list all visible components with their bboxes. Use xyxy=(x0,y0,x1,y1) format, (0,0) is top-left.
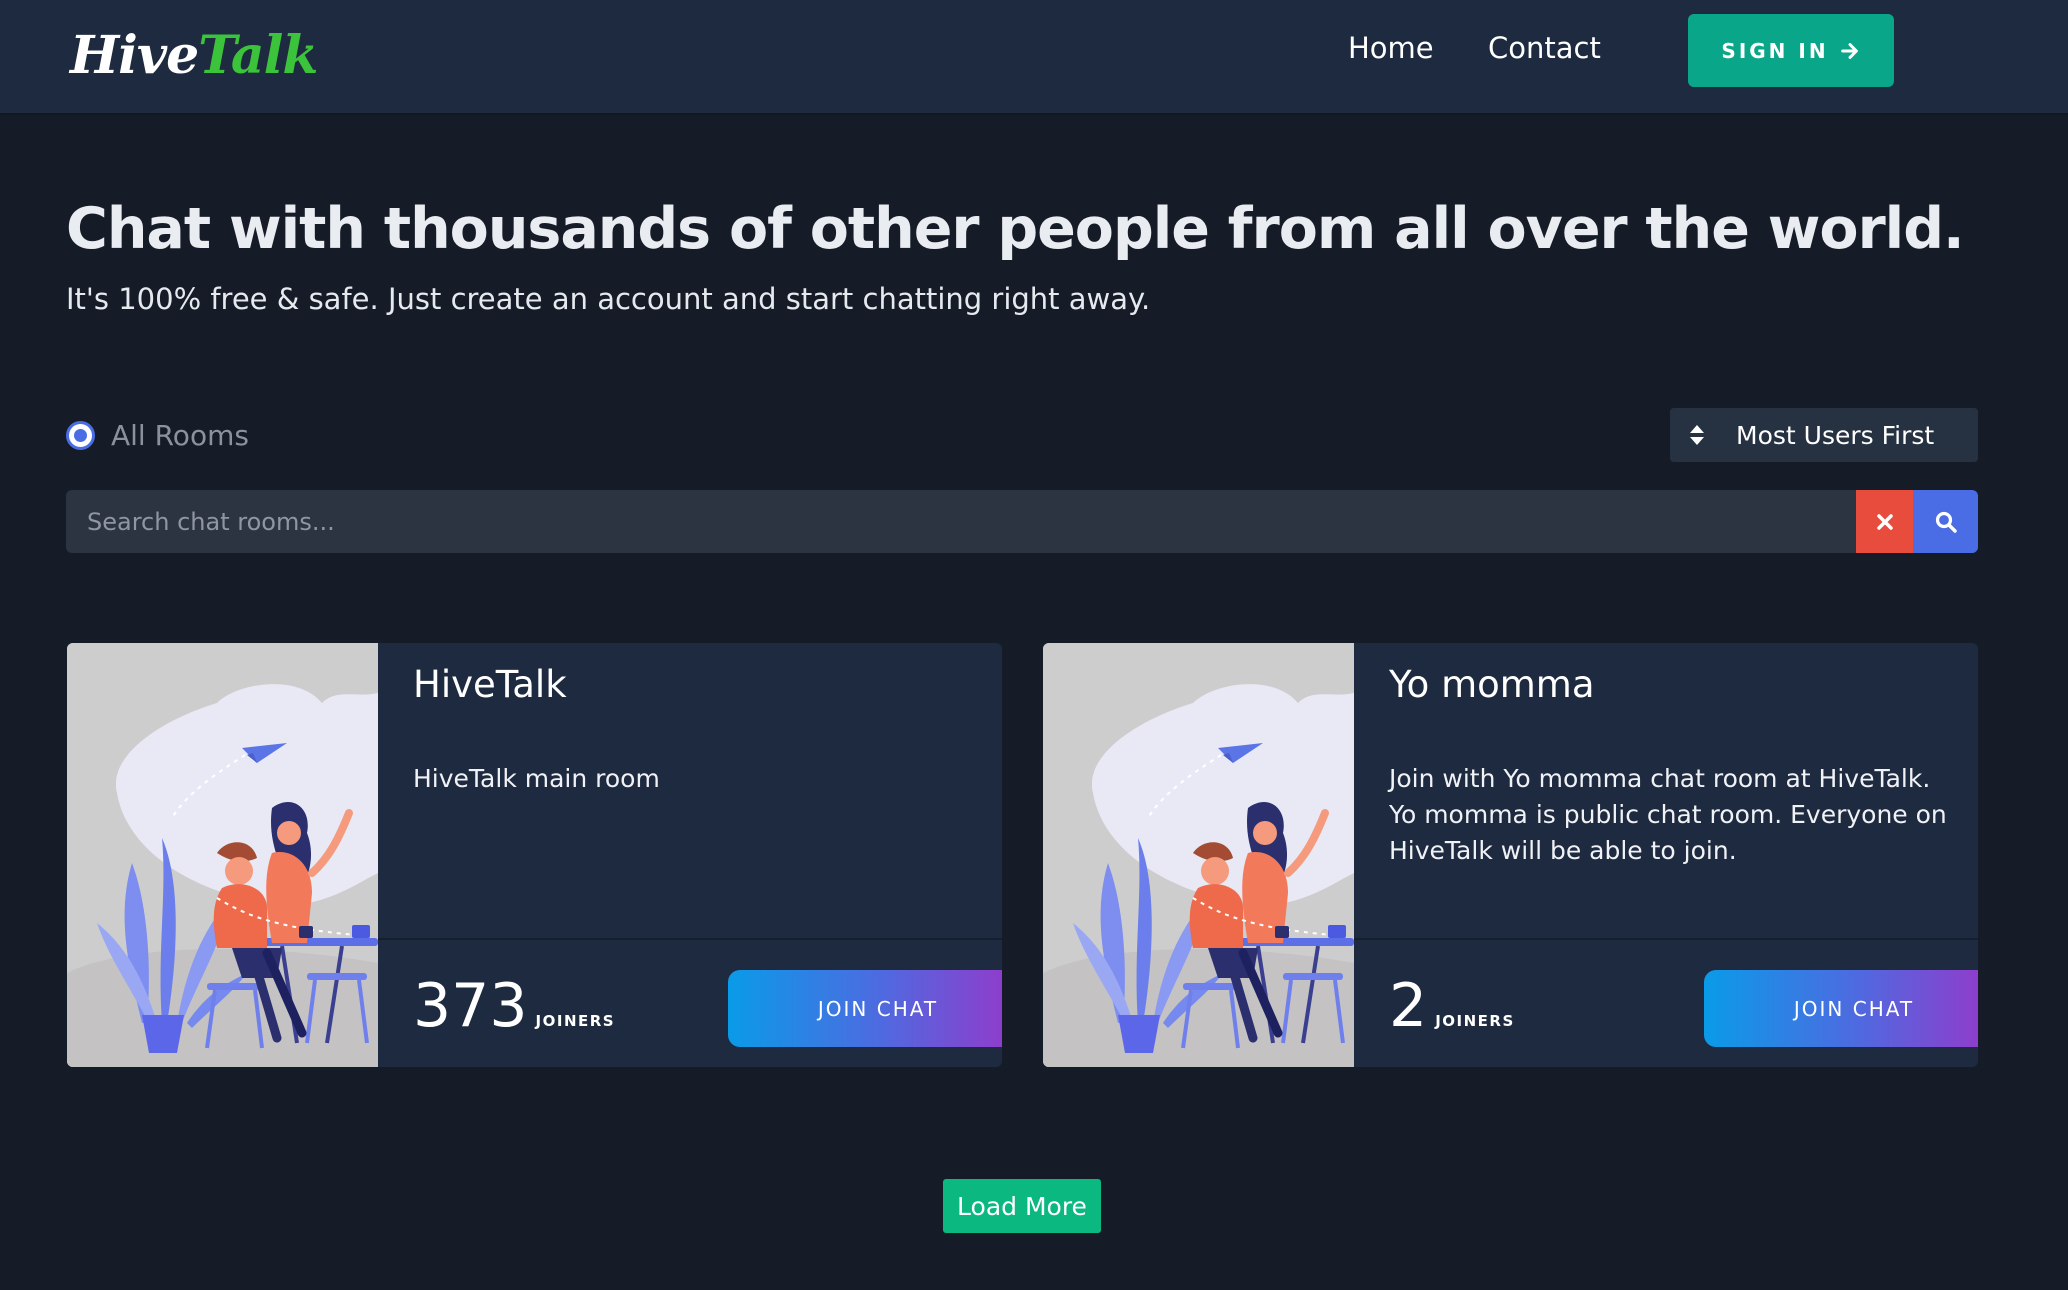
sign-in-button[interactable]: SIGN IN xyxy=(1688,14,1894,87)
joiners-count: 2 xyxy=(1389,971,1428,1041)
navbar: Hive Talk Home Contact SIGN IN xyxy=(0,0,2068,115)
joiners-label: JOINERS xyxy=(535,1012,616,1030)
room-footer: 373 JOINERS JOIN CHAT xyxy=(378,938,1002,1067)
room-title: Yo momma xyxy=(1389,663,1595,706)
arrow-right-icon xyxy=(1840,42,1858,59)
page-subtitle: It's 100% free & safe. Just create an ac… xyxy=(66,282,1151,316)
logo-text-talk: Talk xyxy=(198,24,318,86)
nav-contact-link[interactable]: Contact xyxy=(1488,26,1601,70)
search-icon xyxy=(1935,511,1957,533)
room-description: Join with Yo momma chat room at HiveTalk… xyxy=(1389,764,1947,865)
people-chatting-illustration-icon xyxy=(1043,643,1354,1067)
room-image xyxy=(1043,643,1354,1067)
all-rooms-label: All Rooms xyxy=(111,418,249,452)
joiners-count-group: 373 JOINERS xyxy=(413,976,615,1036)
sign-in-label: SIGN IN xyxy=(1721,38,1829,63)
load-more-button[interactable]: Load More xyxy=(943,1179,1101,1233)
search-button[interactable] xyxy=(1913,490,1978,553)
logo-text-hive: Hive xyxy=(70,24,199,86)
join-chat-button[interactable]: JOIN CHAT xyxy=(728,970,1002,1047)
room-card: HiveTalk HiveTalk main room 373 JOINERS … xyxy=(67,643,1002,1067)
page-title: Chat with thousands of other people from… xyxy=(66,196,1965,262)
nav-home-link[interactable]: Home xyxy=(1348,26,1434,70)
search-bar xyxy=(66,490,1978,553)
room-description: HiveTalk main room xyxy=(413,764,660,793)
clear-search-button[interactable] xyxy=(1856,490,1913,553)
radio-selected-icon xyxy=(66,420,95,450)
logo[interactable]: Hive Talk xyxy=(70,20,318,90)
people-chatting-illustration-icon xyxy=(67,643,378,1067)
room-image xyxy=(67,643,378,1067)
join-chat-button[interactable]: JOIN CHAT xyxy=(1704,970,1978,1047)
all-rooms-radio[interactable]: All Rooms xyxy=(66,418,249,452)
sort-icon xyxy=(1690,425,1704,445)
room-footer: 2 JOINERS JOIN CHAT xyxy=(1354,938,1978,1067)
room-title: HiveTalk xyxy=(413,663,567,706)
sort-label: Most Users First xyxy=(1736,420,1935,450)
search-input[interactable] xyxy=(66,490,1856,553)
joiners-label: JOINERS xyxy=(1435,1012,1515,1030)
joiners-count-group: 2 JOINERS xyxy=(1389,976,1515,1036)
close-icon xyxy=(1876,513,1893,530)
sort-select[interactable]: Most Users First xyxy=(1670,408,1978,462)
joiners-count: 373 xyxy=(413,971,528,1041)
room-card: Yo momma Join with Yo momma chat room at… xyxy=(1043,643,1978,1067)
